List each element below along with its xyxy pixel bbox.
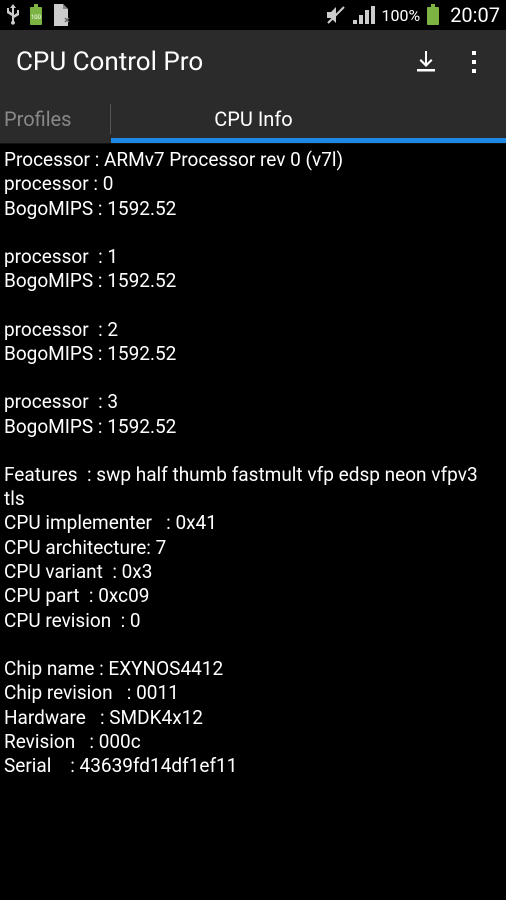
mute-icon <box>325 5 347 25</box>
cpu-info-line: BogoMIPS : 1592.52 <box>4 269 502 293</box>
cpu-info-line: CPU variant : 0x3 <box>4 560 502 584</box>
cpu-info-line: processor : 0 <box>4 172 502 196</box>
cpu-info-line: CPU part : 0xc09 <box>4 584 502 608</box>
app-title: CPU Control Pro <box>16 47 402 77</box>
usb-icon <box>6 4 20 26</box>
cpu-info-line <box>4 221 502 245</box>
cpu-info-line: Features : swp half thumb fastmult vfp e… <box>4 463 502 512</box>
download-button[interactable] <box>402 38 450 86</box>
cpu-info-line <box>4 633 502 657</box>
cpu-info-line <box>4 294 502 318</box>
svg-text:100: 100 <box>31 14 42 21</box>
battery-percent: 100% <box>381 6 420 25</box>
cpu-info-line: CPU implementer : 0x41 <box>4 511 502 535</box>
cpu-info-text: Processor : ARMv7 Processor rev 0 (v7l)p… <box>0 144 506 783</box>
cpu-info-line: Hardware : SMDK4x12 <box>4 706 502 730</box>
cpu-info-line: BogoMIPS : 1592.52 <box>4 342 502 366</box>
cpu-info-line: Serial : 43639fd14df1ef11 <box>4 754 502 778</box>
battery-icon <box>426 4 440 26</box>
tab-cpu-info[interactable]: CPU Info <box>111 94 506 143</box>
cpu-info-line: Chip revision : 0011 <box>4 681 502 705</box>
cpu-info-line: CPU revision : 0 <box>4 609 502 633</box>
status-bar: 100 100% 20:07 <box>0 0 506 30</box>
tab-profiles[interactable]: Profiles <box>0 94 110 143</box>
cpu-info-line: Chip name : EXYNOS4412 <box>4 657 502 681</box>
status-right: 100% 20:07 <box>325 3 500 27</box>
signal-icon <box>353 6 375 24</box>
cpu-info-line: Revision : 000c <box>4 730 502 754</box>
cpu-info-line <box>4 366 502 390</box>
cpu-info-line: processor : 1 <box>4 245 502 269</box>
tab-cpu-info-label: CPU Info <box>214 107 292 131</box>
document-icon <box>52 4 70 26</box>
cpu-info-line: Processor : ARMv7 Processor rev 0 (v7l) <box>4 148 502 172</box>
overflow-menu-button[interactable] <box>450 38 498 86</box>
cpu-info-line: processor : 3 <box>4 390 502 414</box>
action-bar: CPU Control Pro <box>0 30 506 94</box>
cpu-info-line: processor : 2 <box>4 318 502 342</box>
cpu-info-line: CPU architecture: 7 <box>4 536 502 560</box>
battery-status-icon: 100 <box>28 4 44 26</box>
cpu-info-line: BogoMIPS : 1592.52 <box>4 415 502 439</box>
cpu-info-line <box>4 439 502 463</box>
status-left: 100 <box>6 4 70 26</box>
clock: 20:07 <box>450 3 500 27</box>
tab-bar: Profiles CPU Info <box>0 94 506 144</box>
tab-profiles-label: Profiles <box>4 107 71 131</box>
cpu-info-line: BogoMIPS : 1592.52 <box>4 197 502 221</box>
